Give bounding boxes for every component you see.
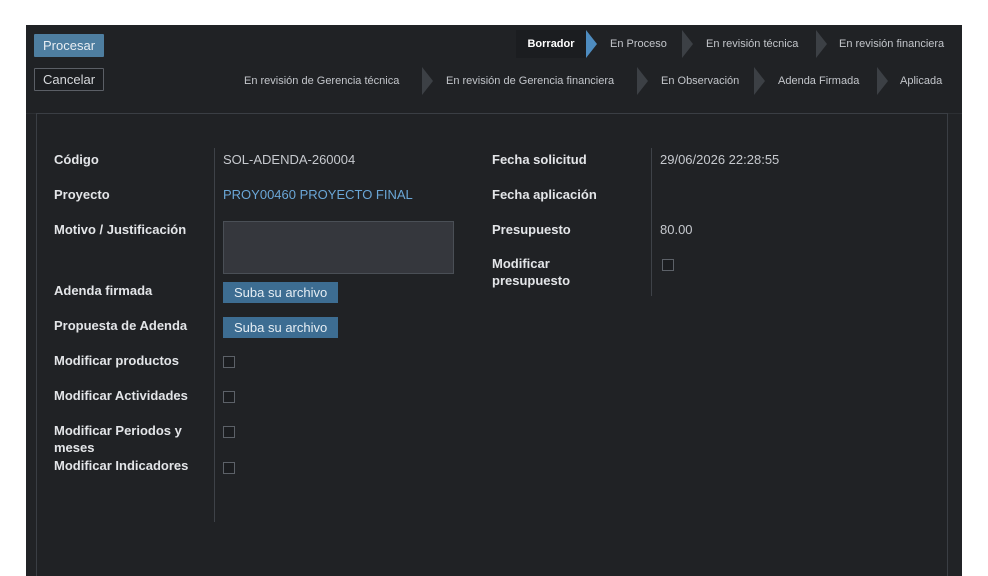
adenda-firmada-upload-button[interactable]: Suba su archivo	[223, 282, 339, 303]
modificar-actividades-checkbox[interactable]	[223, 391, 235, 403]
stage-arrow	[682, 30, 693, 58]
modificar-periodos-label-line2: meses	[54, 440, 95, 455]
stage-arrow	[877, 67, 888, 95]
stage-arrow	[586, 30, 597, 58]
modificar-periodos-label: Modificar Periodos y	[54, 423, 182, 438]
stage-en-proceso[interactable]: En Proceso	[610, 30, 667, 58]
stage-en-revision-gerencia-tecnica[interactable]: En revisión de Gerencia técnica	[244, 67, 399, 95]
proyecto-label: Proyecto	[54, 187, 110, 202]
modificar-presupuesto-label: Modificar	[492, 256, 550, 271]
stage-aplicada[interactable]: Aplicada	[900, 67, 942, 95]
modificar-presupuesto-checkbox[interactable]	[662, 259, 674, 271]
cancelar-button[interactable]: Cancelar	[34, 68, 105, 91]
fecha-aplicacion-label: Fecha aplicación	[492, 187, 597, 202]
column-separator-right	[651, 148, 652, 296]
form-header: Procesar Cancelar Borrador En Proceso En…	[26, 25, 962, 113]
presupuesto-label: Presupuesto	[492, 222, 571, 237]
stage-en-revision-gerencia-financiera[interactable]: En revisión de Gerencia financiera	[446, 67, 614, 95]
adenda-firmada-label: Adenda firmada	[54, 283, 153, 298]
propuesta-adenda-label: Propuesta de Adenda	[54, 318, 188, 333]
procesar-button[interactable]: Procesar	[34, 34, 105, 57]
propuesta-adenda-upload-button[interactable]: Suba su archivo	[223, 317, 339, 338]
modificar-productos-checkbox[interactable]	[223, 356, 235, 368]
stage-arrow	[754, 67, 765, 95]
app-window: Procesar Cancelar Borrador En Proceso En…	[26, 25, 962, 576]
modificar-presupuesto-label-line2: presupuesto	[492, 273, 571, 288]
modificar-indicadores-label: Modificar Indicadores	[54, 458, 189, 473]
motivo-label: Motivo / Justificación	[54, 222, 187, 237]
modificar-indicadores-checkbox[interactable]	[223, 462, 235, 474]
codigo-label: Código	[54, 152, 99, 167]
stage-en-revision-tecnica[interactable]: En revisión técnica	[706, 30, 798, 58]
motivo-textarea[interactable]	[223, 221, 454, 274]
form-sheet: Código SOL-ADENDA-260004 Proyecto PROY00…	[36, 113, 948, 576]
fecha-solicitud-value: 29/06/2026 22:28:55	[660, 152, 780, 167]
stage-adenda-firmada[interactable]: Adenda Firmada	[778, 67, 859, 95]
column-separator-left	[214, 148, 215, 522]
codigo-value: SOL-ADENDA-260004	[223, 152, 356, 167]
proyecto-link[interactable]: PROY00460 PROYECTO FINAL	[223, 187, 413, 202]
fecha-solicitud-label: Fecha solicitud	[492, 152, 587, 167]
stage-arrow	[816, 30, 827, 58]
modificar-actividades-label: Modificar Actividades	[54, 388, 188, 403]
modificar-productos-label: Modificar productos	[54, 353, 179, 368]
stage-arrow	[422, 67, 433, 95]
stage-borrador[interactable]: Borrador	[516, 30, 586, 58]
modificar-periodos-checkbox[interactable]	[223, 426, 235, 438]
stage-arrow	[637, 67, 648, 95]
presupuesto-value: 80.00	[660, 222, 693, 237]
stage-en-observacion[interactable]: En Observación	[661, 67, 739, 95]
stage-en-revision-financiera[interactable]: En revisión financiera	[839, 30, 944, 58]
